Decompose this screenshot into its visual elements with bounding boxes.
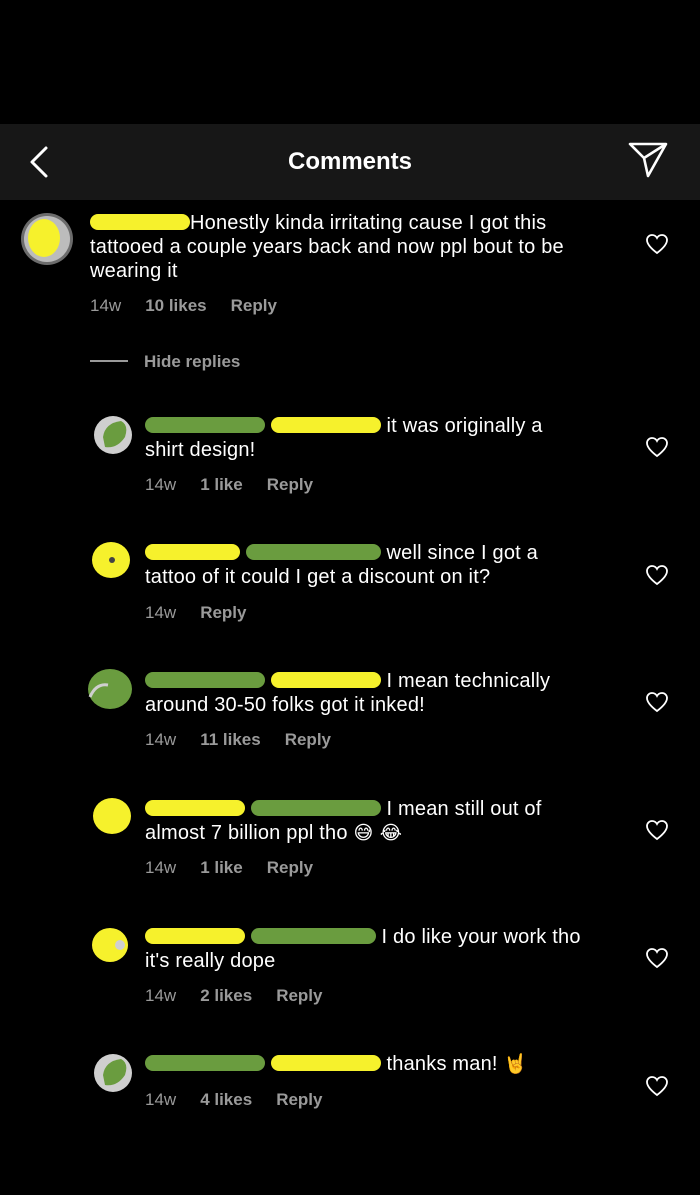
heart-icon[interactable] [645,691,669,713]
comment-meta: 14w Reply [145,603,270,623]
comment-text: thanks man! 🤘 [145,1052,625,1076]
reply-button[interactable]: Reply [267,475,313,494]
comment-text: I mean technically around 30-50 folks go… [145,670,551,716]
likes-count[interactable]: 11 likes [200,730,261,749]
avatar[interactable] [93,1053,133,1093]
redacted-username [145,1055,265,1071]
status-bar [0,0,700,124]
comment-text: Honestly kinda irritating cause I got th… [90,212,564,282]
comment-meta: 14w 4 likes Reply [145,1090,346,1110]
avatar[interactable] [90,925,132,965]
heart-icon[interactable] [645,1075,669,1097]
likes-count[interactable]: 1 like [200,858,243,877]
heart-icon[interactable] [645,947,669,969]
likes-count[interactable]: 10 likes [145,296,206,315]
avatar[interactable] [92,796,132,836]
redacted-username [145,928,245,944]
heart-icon[interactable] [645,436,669,458]
redacted-mention [250,928,376,944]
page-title: Comments [287,148,413,175]
heart-icon[interactable] [645,564,669,586]
divider-line [90,360,128,362]
avatar[interactable] [90,540,132,582]
redacted-username [145,672,265,688]
timestamp: 14w [145,858,177,877]
reply-button[interactable]: Reply [285,730,331,749]
header: Comments [0,124,700,200]
avatar[interactable] [20,212,74,266]
redacted-mention [250,800,381,816]
comment-text: well since I got a tattoo of it could I … [145,542,538,588]
redacted-mention [270,1055,381,1071]
send-icon[interactable] [626,140,670,180]
comment-text: I mean still out of almost 7 billion ppl… [145,798,542,844]
avatar[interactable] [93,415,133,455]
comment-meta: 14w 11 likes Reply [145,730,355,750]
timestamp: 14w [145,730,177,749]
hide-replies-button[interactable]: Hide replies [90,352,240,372]
redacted-mention [245,544,381,560]
redacted-username [145,544,240,560]
heart-icon[interactable] [645,819,669,841]
emoji-rock-on: 🤘 [503,1053,528,1075]
comment-meta: 14w 1 like Reply [145,475,337,495]
emoji-laugh: 😅 😂 [353,822,403,844]
timestamp: 14w [145,986,177,1005]
redacted-username [90,214,190,230]
reply-button[interactable]: Reply [267,858,313,877]
comment-meta: 14w 2 likes Reply [145,986,346,1006]
redacted-mention [270,672,381,688]
redacted-username [145,417,265,433]
timestamp: 14w [90,296,122,315]
comment-text: it was originally a shirt design! [145,415,543,461]
timestamp: 14w [145,475,177,494]
reply-button[interactable]: Reply [200,603,246,622]
timestamp: 14w [145,603,177,622]
comment-meta: 14w 1 like Reply [145,858,337,878]
reply-button[interactable]: Reply [231,296,277,315]
avatar[interactable] [84,667,134,711]
likes-count[interactable]: 1 like [200,475,243,494]
reply-button[interactable]: Reply [276,986,322,1005]
timestamp: 14w [145,1090,177,1109]
likes-count[interactable]: 4 likes [200,1090,252,1109]
redacted-mention [270,417,381,433]
likes-count[interactable]: 2 likes [200,986,252,1005]
comment-meta: 14w 10 likes Reply [90,296,301,316]
reply-button[interactable]: Reply [276,1090,322,1109]
redacted-username [145,800,245,816]
heart-icon[interactable] [645,233,669,255]
comment-text: I do like your work tho it's really dope [145,926,581,972]
